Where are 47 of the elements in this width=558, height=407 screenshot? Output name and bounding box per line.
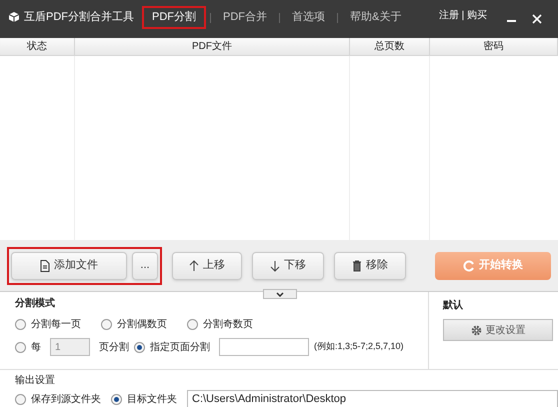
radio-button[interactable] <box>101 319 112 330</box>
column-header: 总页数 <box>374 40 404 54</box>
radio-button[interactable] <box>187 319 198 330</box>
radio-label: 分割偶数页 <box>117 318 167 332</box>
arrow-down-icon <box>270 260 280 272</box>
expand-tab[interactable] <box>263 289 297 299</box>
account-links[interactable]: 注册 | 购买 <box>438 8 487 23</box>
field-label: 页分割 <box>99 340 129 354</box>
radio-button[interactable] <box>15 319 26 330</box>
radio-button[interactable] <box>15 342 26 352</box>
refresh-icon <box>463 260 475 272</box>
close-icon[interactable] <box>532 14 542 24</box>
hint-text: (例如:1,3;5-7;2,5,7,10) <box>314 340 404 354</box>
trash-icon <box>352 260 362 272</box>
toolbar-button[interactable]: 上移 <box>172 252 242 280</box>
section-title: 默认 <box>443 298 464 313</box>
radio-button[interactable] <box>134 342 145 352</box>
radio-button[interactable] <box>111 394 122 405</box>
column-header: 密码 <box>484 40 504 54</box>
radio-label: 分割每一页 <box>31 318 81 332</box>
window-title: 互盾PDF分割合并工具 <box>24 10 134 25</box>
chevron-down-icon <box>276 292 284 296</box>
toolbar-button[interactable]: 移除 <box>334 252 406 280</box>
radio-label: 每 <box>31 340 41 354</box>
radio-label: 指定页面分割 <box>150 340 210 354</box>
tab[interactable]: PDF分割 <box>142 6 206 29</box>
radio-label: 分割奇数页 <box>203 318 253 332</box>
toolbar-button[interactable]: 添加文件 <box>11 252 127 280</box>
arrow-up-icon <box>189 260 199 272</box>
radio-button[interactable] <box>15 394 26 405</box>
column-header: 状态 <box>27 40 47 54</box>
gear-icon <box>470 324 482 336</box>
tab[interactable]: 帮助&关于 <box>342 6 410 29</box>
radio-label: 目标文件夹 <box>127 392 177 407</box>
toolbar-button[interactable]: 下移 <box>252 252 324 280</box>
settings-button[interactable]: 更改设置 <box>443 319 553 341</box>
folder-path-field[interactable]: C:\Users\Administrator\Desktop <box>187 390 558 407</box>
toolbar-button[interactable]: ... <box>132 252 158 280</box>
column-header: PDF文件 <box>192 40 232 54</box>
radio-label: 保存到源文件夹 <box>31 392 101 407</box>
cube-icon <box>8 11 20 23</box>
tab[interactable]: 首选项 <box>284 6 333 29</box>
section-title: 输出设置 <box>15 374 56 388</box>
pages-field[interactable] <box>219 338 309 356</box>
section-title: 分割模式 <box>15 296 56 311</box>
tab[interactable]: PDF合并 <box>215 6 275 29</box>
document-icon <box>40 260 50 272</box>
